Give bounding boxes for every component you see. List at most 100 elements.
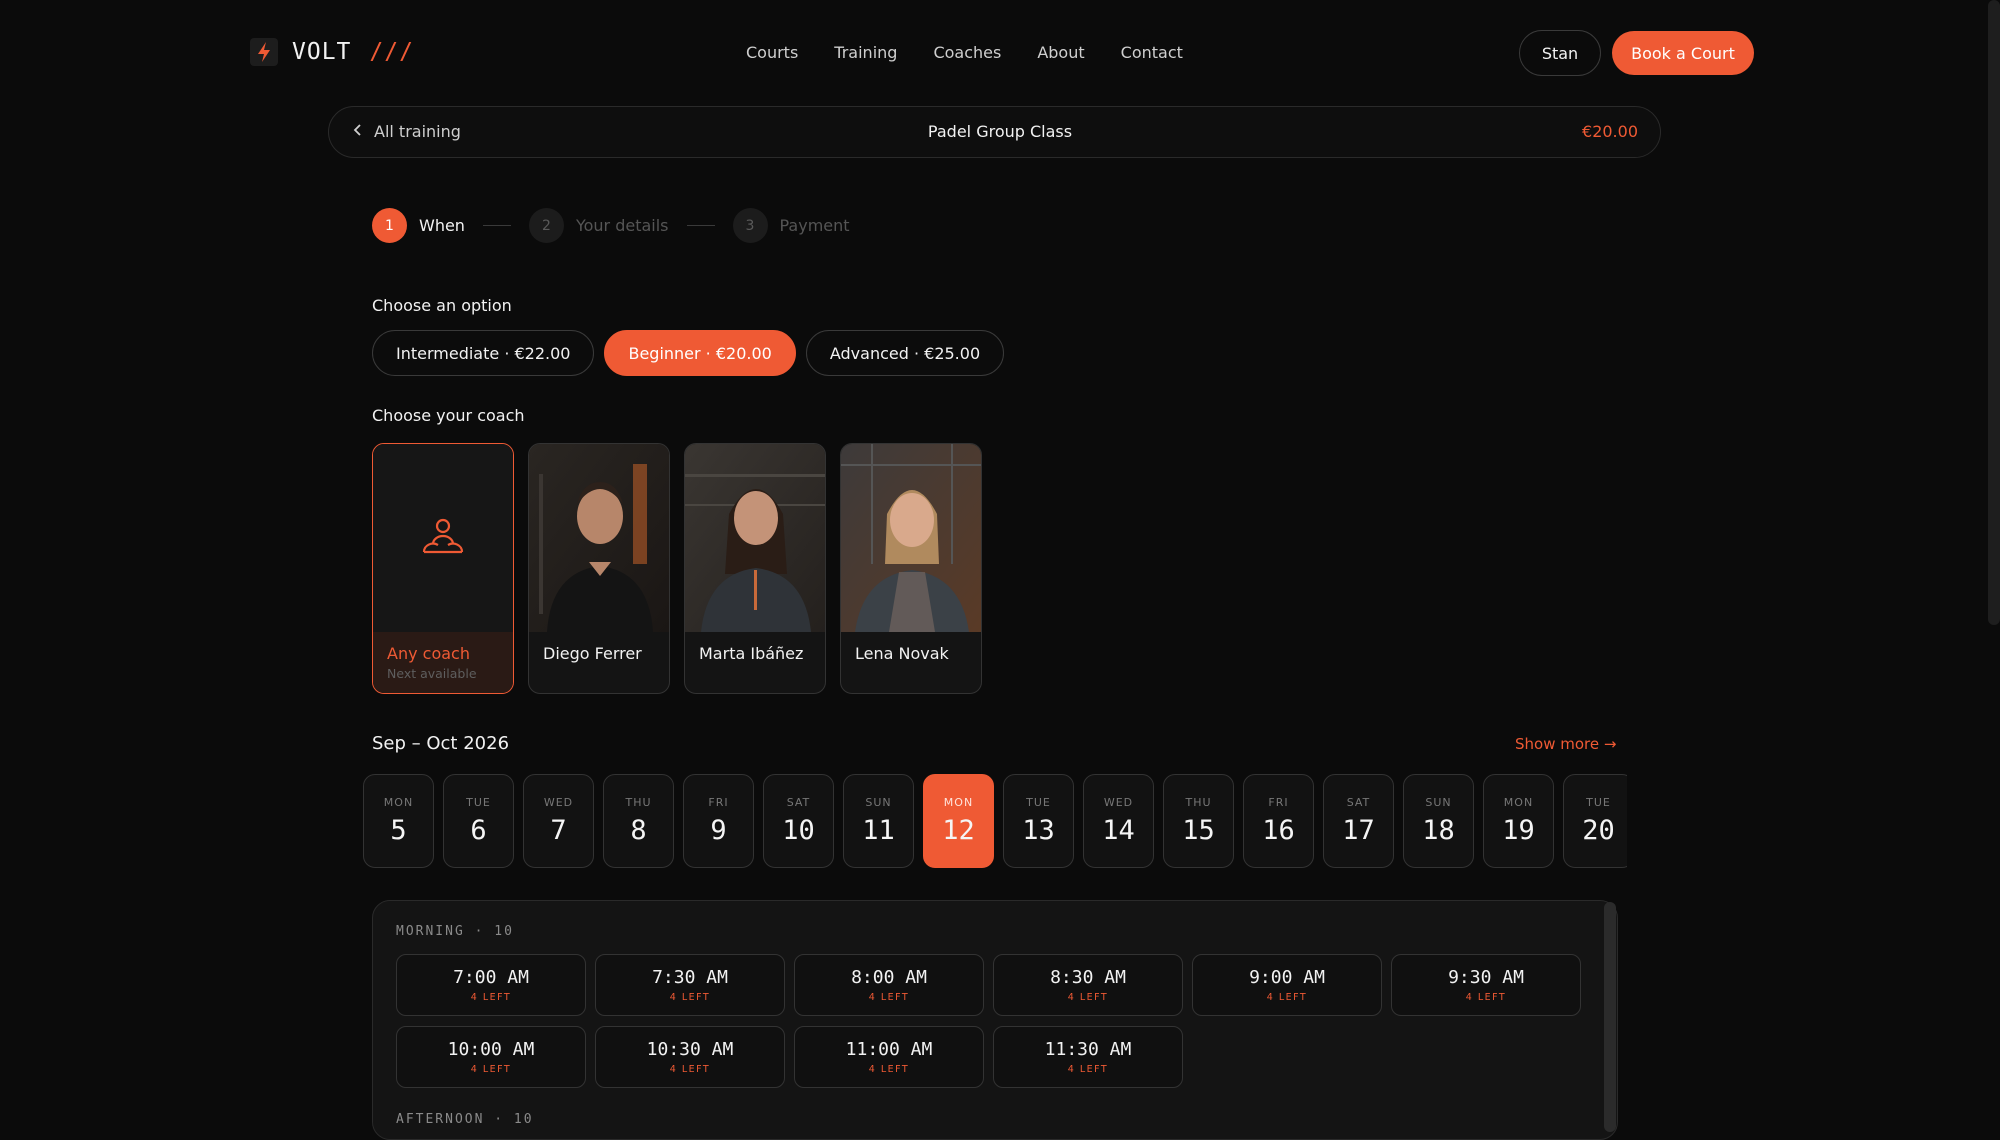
date-number: 14 bbox=[1102, 815, 1135, 846]
morning-slot-grid: 7:00 AM 4 LEFT 7:30 AM 4 LEFT 8:00 AM 4 LEF… bbox=[396, 954, 1582, 1088]
date-tile[interactable]: THU 8 bbox=[603, 774, 674, 868]
afternoon-section-title: AFTERNOON · 10 bbox=[396, 1112, 534, 1127]
date-number: 15 bbox=[1182, 815, 1215, 846]
user-menu-button[interactable]: Stan bbox=[1519, 30, 1601, 76]
date-tile[interactable]: SUN 11 bbox=[843, 774, 914, 868]
chevron-left-icon bbox=[352, 122, 364, 141]
slot-availability: 4 LEFT bbox=[1465, 992, 1507, 1003]
option-intermediate[interactable]: Intermediate · €22.00 bbox=[372, 330, 595, 376]
coach-photo bbox=[685, 444, 825, 632]
main-nav: Courts Training Coaches About Contact bbox=[746, 43, 1183, 62]
date-weekday: MON bbox=[1503, 796, 1534, 809]
date-range-title: Sep – Oct 2026 bbox=[372, 733, 510, 754]
book-court-button[interactable]: Book a Court bbox=[1612, 31, 1754, 75]
slot-availability: 4 LEFT bbox=[868, 992, 910, 1003]
time-slot[interactable]: 11:30 AM 4 LEFT bbox=[993, 1026, 1183, 1088]
option-advanced[interactable]: Advanced · €25.00 bbox=[805, 330, 1005, 376]
slot-time: 10:30 AM bbox=[646, 1039, 734, 1060]
slot-time: 11:30 AM bbox=[1044, 1039, 1132, 1060]
time-slot[interactable]: 8:30 AM 4 LEFT bbox=[993, 954, 1183, 1016]
slot-availability: 4 LEFT bbox=[1067, 1064, 1109, 1075]
coach-section-title: Choose your coach bbox=[372, 406, 525, 425]
date-number: 20 bbox=[1582, 815, 1615, 846]
time-slot[interactable]: 7:00 AM 4 LEFT bbox=[396, 954, 586, 1016]
back-label: All training bbox=[374, 122, 461, 141]
brand-slashes: /// bbox=[369, 39, 414, 65]
slot-time: 9:30 AM bbox=[1448, 967, 1524, 988]
show-more-link[interactable]: Show more → bbox=[1515, 735, 1616, 753]
time-slot[interactable]: 7:30 AM 4 LEFT bbox=[595, 954, 785, 1016]
date-number: 18 bbox=[1422, 815, 1455, 846]
option-beginner[interactable]: Beginner · €20.00 bbox=[604, 330, 796, 376]
coach-subtitle: Next available bbox=[387, 666, 477, 681]
nav-item-training[interactable]: Training bbox=[834, 43, 897, 62]
date-weekday: TUE bbox=[1586, 796, 1611, 809]
date-tile[interactable]: TUE 20 bbox=[1563, 774, 1627, 868]
date-number: 17 bbox=[1342, 815, 1375, 846]
time-slot[interactable]: 9:00 AM 4 LEFT bbox=[1192, 954, 1382, 1016]
date-tile[interactable]: FRI 16 bbox=[1243, 774, 1314, 868]
date-tile[interactable]: FRI 9 bbox=[683, 774, 754, 868]
date-number: 8 bbox=[630, 815, 647, 846]
slot-time: 8:00 AM bbox=[851, 967, 927, 988]
time-slot[interactable]: 11:00 AM 4 LEFT bbox=[794, 1026, 984, 1088]
option-group: Intermediate · €22.00 Beginner · €20.00 … bbox=[372, 330, 1005, 376]
coach-card-any[interactable]: Any coach Next available bbox=[372, 443, 514, 694]
date-weekday: TUE bbox=[466, 796, 491, 809]
slot-time: 11:00 AM bbox=[845, 1039, 933, 1060]
date-number: 16 bbox=[1262, 815, 1295, 846]
coach-name: Marta Ibáñez bbox=[699, 644, 804, 663]
date-number: 5 bbox=[390, 815, 407, 846]
back-link[interactable]: All training bbox=[352, 122, 461, 141]
date-tile[interactable]: MON 5 bbox=[363, 774, 434, 868]
date-number: 9 bbox=[710, 815, 727, 846]
date-weekday: FRI bbox=[1268, 796, 1289, 809]
date-weekday: FRI bbox=[708, 796, 729, 809]
date-tile[interactable]: SUN 18 bbox=[1403, 774, 1474, 868]
coach-card-lena[interactable]: Lena Novak bbox=[840, 443, 982, 694]
group-icon bbox=[422, 518, 464, 558]
date-number: 10 bbox=[782, 815, 815, 846]
slot-time: 8:30 AM bbox=[1050, 967, 1126, 988]
date-weekday: WED bbox=[1103, 796, 1134, 809]
date-tile[interactable]: WED 7 bbox=[523, 774, 594, 868]
page-scrollbar[interactable] bbox=[1988, 0, 2000, 625]
any-coach-graphic bbox=[373, 444, 513, 632]
date-tile[interactable]: SAT 10 bbox=[763, 774, 834, 868]
slot-panel-scrollbar[interactable] bbox=[1604, 902, 1616, 1132]
time-slot[interactable]: 10:30 AM 4 LEFT bbox=[595, 1026, 785, 1088]
date-weekday: WED bbox=[543, 796, 574, 809]
coach-card-marta[interactable]: Marta Ibáñez bbox=[684, 443, 826, 694]
date-tile[interactable]: TUE 6 bbox=[443, 774, 514, 868]
slot-availability: 4 LEFT bbox=[868, 1064, 910, 1075]
context-bar bbox=[328, 106, 1661, 158]
time-slot[interactable]: 8:00 AM 4 LEFT bbox=[794, 954, 984, 1016]
date-tile-selected[interactable]: MON 12 bbox=[923, 774, 994, 868]
time-slot[interactable]: 10:00 AM 4 LEFT bbox=[396, 1026, 586, 1088]
slot-time: 7:00 AM bbox=[453, 967, 529, 988]
brand-logo[interactable]: VOLT /// bbox=[250, 38, 414, 66]
time-slot[interactable]: 9:30 AM 4 LEFT bbox=[1391, 954, 1581, 1016]
nav-item-coaches[interactable]: Coaches bbox=[933, 43, 1001, 62]
date-tile[interactable]: THU 15 bbox=[1163, 774, 1234, 868]
option-section-title: Choose an option bbox=[372, 296, 512, 315]
slot-availability: 4 LEFT bbox=[669, 992, 711, 1003]
slot-time: 9:00 AM bbox=[1249, 967, 1325, 988]
date-weekday: TUE bbox=[1026, 796, 1051, 809]
slot-availability: 4 LEFT bbox=[669, 1064, 711, 1075]
coach-photo bbox=[529, 444, 669, 632]
date-tile[interactable]: MON 19 bbox=[1483, 774, 1554, 868]
date-number: 7 bbox=[550, 815, 567, 846]
nav-item-about[interactable]: About bbox=[1037, 43, 1084, 62]
nav-item-courts[interactable]: Courts bbox=[746, 43, 798, 62]
slot-time: 7:30 AM bbox=[652, 967, 728, 988]
nav-item-contact[interactable]: Contact bbox=[1121, 43, 1183, 62]
slot-availability: 4 LEFT bbox=[1067, 992, 1109, 1003]
date-tile[interactable]: TUE 13 bbox=[1003, 774, 1074, 868]
date-weekday: THU bbox=[1185, 796, 1212, 809]
brand-name: VOLT bbox=[292, 39, 352, 65]
date-tile[interactable]: SAT 17 bbox=[1323, 774, 1394, 868]
coach-card-diego[interactable]: Diego Ferrer bbox=[528, 443, 670, 694]
date-tile[interactable]: WED 14 bbox=[1083, 774, 1154, 868]
slot-availability: 4 LEFT bbox=[470, 992, 512, 1003]
